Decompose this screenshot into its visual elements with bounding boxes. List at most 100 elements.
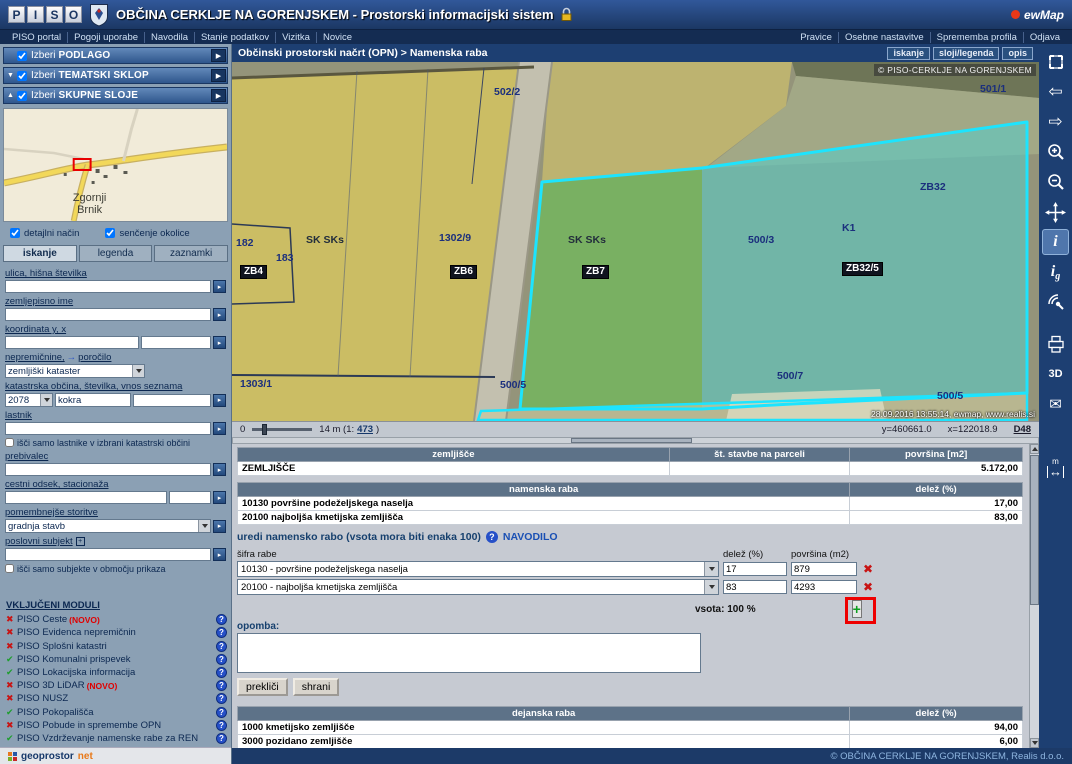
module-link[interactable]: PISO Splošni katastri [17, 641, 107, 652]
navodilo-link[interactable]: NAVODILO [503, 531, 558, 543]
expand-arrow-icon[interactable]: ▶ [211, 49, 226, 62]
module-link[interactable]: PISO Lokacijska informacija [17, 667, 135, 678]
ko-ime-select[interactable]: kokra [55, 393, 131, 407]
scale-slider[interactable] [252, 428, 312, 431]
prebivalec-input[interactable] [5, 463, 211, 476]
module-help-icon[interactable]: ? [216, 680, 227, 691]
menu-vizitka[interactable]: Vizitka [276, 32, 317, 43]
menu-navodila[interactable]: Navodila [145, 32, 195, 43]
ulica-input[interactable] [5, 280, 211, 293]
minimap-canvas[interactable]: Zgornji Brnik [4, 109, 227, 221]
cestni-search-button[interactable]: ▸ [213, 491, 226, 504]
podlago-checkbox[interactable] [17, 51, 27, 61]
module-help-icon[interactable]: ? [216, 614, 227, 625]
collapse-icon[interactable]: ▼ [7, 72, 17, 79]
menu-pogoji-uporabe[interactable]: Pogoji uporabe [68, 32, 145, 43]
module-help-icon[interactable]: ? [216, 707, 227, 718]
module-link[interactable]: PISO Komunalni prispevek [17, 654, 131, 665]
scale-value-link[interactable]: 473 [357, 424, 373, 435]
sifra-rabe-select[interactable]: 10130 - površine podeželjskega naselja [237, 561, 719, 577]
vertical-scrollbar[interactable] [1029, 444, 1039, 748]
cancel-button[interactable]: prekliči [237, 678, 288, 696]
vertical-scrollbar-thumb[interactable] [1030, 455, 1039, 605]
delete-row-icon[interactable]: ✖ [861, 562, 875, 576]
geoprostor-logo[interactable]: geoprostor net [0, 747, 231, 764]
opis-view-button[interactable]: opis [1002, 47, 1033, 60]
module-help-icon[interactable]: ? [216, 654, 227, 665]
poslovni-input[interactable] [5, 548, 211, 561]
parcela-search-button[interactable]: ▸ [213, 394, 226, 407]
module-help-icon[interactable]: ? [216, 641, 227, 652]
koordinata-y-input[interactable] [5, 336, 139, 349]
cestni-odsek-input[interactable] [5, 491, 167, 504]
module-help-icon[interactable]: ? [216, 627, 227, 638]
povrsina-input[interactable] [791, 580, 857, 594]
pan-button[interactable] [1042, 199, 1069, 225]
expand-arrow-icon[interactable]: ▶ [211, 89, 226, 102]
send-mail-button[interactable]: ✉ [1042, 391, 1069, 417]
accordion-podlago[interactable]: Izberi PODLAGO ▶ [3, 47, 228, 64]
map-viewport[interactable]: 502/2 501/1 ZB32 SK SKs 1302/9 SK SKs 50… [232, 62, 1039, 421]
module-link[interactable]: PISO Ceste [17, 614, 67, 625]
scale-slider-thumb[interactable] [262, 424, 267, 435]
map-canvas[interactable] [232, 62, 1039, 421]
povrsina-input[interactable] [791, 562, 857, 576]
menu-pravice[interactable]: Pravice [794, 32, 839, 43]
stacionaza-input[interactable] [169, 491, 211, 504]
modules-title-link[interactable]: VKLJUČENI MODULI [6, 600, 227, 611]
next-view-button[interactable]: ⇨ [1042, 109, 1069, 135]
ulica-search-button[interactable]: ▸ [213, 280, 226, 293]
storitve-select[interactable]: gradnja stavb [5, 519, 211, 533]
module-help-icon[interactable]: ? [216, 667, 227, 678]
koordinata-search-button[interactable]: ▸ [213, 336, 226, 349]
tematski-sklop-checkbox[interactable] [17, 71, 27, 81]
opomba-textarea[interactable] [237, 633, 701, 673]
sencenje-okolice-checkbox[interactable] [105, 228, 115, 238]
skupne-sloje-checkbox[interactable] [17, 91, 27, 101]
collapse-icon[interactable]: ▲ [7, 92, 17, 99]
help-icon[interactable]: ? [486, 531, 498, 543]
full-extent-button[interactable] [1042, 49, 1069, 75]
menu-novice[interactable]: Novice [317, 32, 358, 43]
overview-minimap[interactable]: Zgornji Brnik [3, 108, 228, 222]
tab-legenda[interactable]: legenda [79, 245, 153, 262]
module-link[interactable]: PISO Evidenca nepremičnin [17, 627, 136, 638]
lastnik-filter-checkbox[interactable] [5, 438, 14, 447]
zoom-out-button[interactable] [1042, 169, 1069, 195]
sloji-legenda-view-button[interactable]: sloji/legenda [933, 47, 1000, 60]
delete-row-icon[interactable]: ✖ [861, 580, 875, 594]
poslovni-filter-checkbox[interactable] [5, 564, 14, 573]
module-help-icon[interactable]: ? [216, 693, 227, 704]
accordion-tematski-sklop[interactable]: ▼ Izberi TEMATSKI SKLOP ▶ [3, 67, 228, 84]
prebivalec-search-button[interactable]: ▸ [213, 463, 226, 476]
identify-button[interactable]: i [1042, 229, 1069, 255]
gps-button[interactable] [1042, 289, 1069, 315]
module-link[interactable]: PISO Vzdrževanje namenske rabe za REN [17, 733, 198, 744]
identify-group-button[interactable]: ig [1042, 259, 1069, 285]
measure-button[interactable]: m ↔ [1042, 455, 1069, 481]
tab-zaznamki[interactable]: zaznamki [154, 245, 228, 262]
menu-osebne-nastavitve[interactable]: Osebne nastavitve [839, 32, 931, 43]
expand-arrow-icon[interactable]: ▶ [211, 69, 226, 82]
menu-odjava[interactable]: Odjava [1024, 32, 1066, 43]
tab-iskanje[interactable]: iskanje [3, 245, 77, 262]
piso-logo[interactable]: P I S O [8, 6, 84, 23]
koordinata-x-input[interactable] [141, 336, 211, 349]
sifra-rabe-select[interactable]: 20100 - najboljša kmetijska zemljišča [237, 579, 719, 595]
ko-sifra-select[interactable]: 2078 [5, 393, 53, 407]
module-link[interactable]: PISO Pobude in spremembe OPN [17, 720, 161, 731]
module-link[interactable]: PISO 3D LiDAR [17, 680, 85, 691]
datum-link[interactable]: D48 [1014, 424, 1031, 435]
scroll-down-arrow[interactable] [1030, 738, 1039, 748]
print-button[interactable] [1042, 331, 1069, 357]
delez-input[interactable] [723, 562, 787, 576]
horizontal-scrollbar[interactable] [232, 437, 1039, 444]
scroll-up-arrow[interactable] [1030, 444, 1039, 454]
module-help-icon[interactable]: ? [216, 733, 227, 744]
zemljepisno-search-button[interactable]: ▸ [213, 308, 226, 321]
view-3d-button[interactable]: 3D [1042, 361, 1069, 387]
zoom-in-button[interactable] [1042, 139, 1069, 165]
module-help-icon[interactable]: ? [216, 720, 227, 731]
accordion-skupne-sloje[interactable]: ▲ Izberi SKUPNE SLOJE ▶ [3, 87, 228, 104]
delez-input[interactable] [723, 580, 787, 594]
